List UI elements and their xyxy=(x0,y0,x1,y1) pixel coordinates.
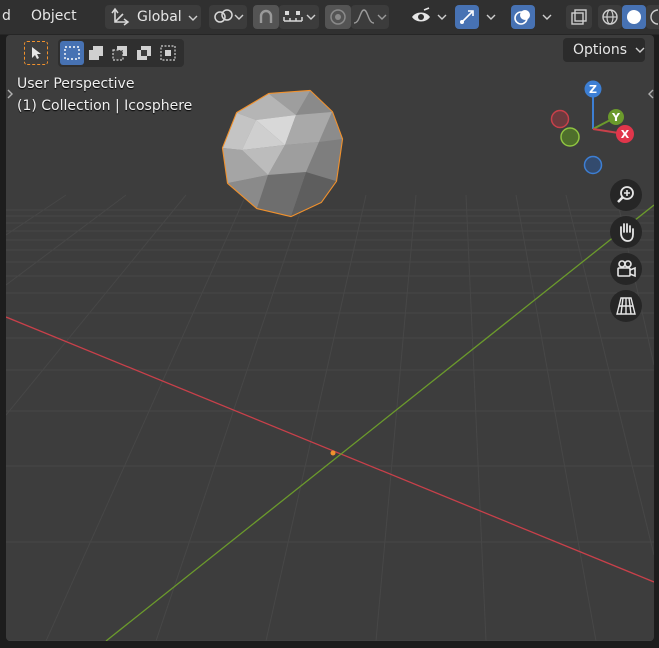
gizmo-neg-z-handle[interactable] xyxy=(583,155,603,175)
solid-shading-button[interactable] xyxy=(622,5,646,29)
toolbar-expand-arrow-icon[interactable] xyxy=(6,88,14,100)
view-name-label: User Perspective xyxy=(17,76,135,92)
sidebar-expand-arrow-icon[interactable] xyxy=(647,88,654,100)
y-axis-line xyxy=(105,204,654,641)
snap-toggle[interactable] xyxy=(253,5,279,29)
xray-toggle[interactable] xyxy=(566,5,592,29)
select-intersect-icon xyxy=(160,45,176,61)
wireframe-shading-button[interactable] xyxy=(598,5,622,29)
eye-icon xyxy=(412,7,447,22)
tool-select-wrapper xyxy=(20,39,52,67)
chevron-down-icon xyxy=(188,15,198,21)
pivot-icon xyxy=(214,9,244,23)
gizmo-dropdown[interactable] xyxy=(479,5,503,29)
select-extend-icon xyxy=(89,46,103,60)
chevron-down-icon xyxy=(635,47,645,53)
overlays-icon xyxy=(514,10,530,25)
select-subtract-icon xyxy=(112,46,127,61)
proportional-editing-toggle[interactable] xyxy=(325,5,351,29)
collection-object-label: (1) Collection | Icosphere xyxy=(17,98,193,114)
select-new-button[interactable] xyxy=(60,41,84,65)
chevron-down-icon xyxy=(542,14,552,20)
gizmo-x-label: X xyxy=(621,128,630,141)
orientation-icon xyxy=(111,7,130,26)
gizmo-y-label: Y xyxy=(611,111,621,124)
increment-icon xyxy=(283,11,316,22)
zoom-icon xyxy=(617,186,634,203)
navigation-gizmo[interactable]: Z Y X xyxy=(546,77,646,177)
icosphere-object[interactable] xyxy=(221,89,344,218)
select-new-icon xyxy=(64,46,80,60)
perspective-toggle-button[interactable] xyxy=(610,290,642,322)
menu-partial[interactable]: d xyxy=(2,8,11,24)
falloff-curve-icon xyxy=(353,9,387,24)
snap-target-dropdown[interactable] xyxy=(279,5,319,29)
gizmo-toggle[interactable] xyxy=(455,5,479,29)
overlays-dropdown[interactable] xyxy=(535,5,559,29)
chevron-down-icon xyxy=(486,14,496,20)
material-sphere-icon xyxy=(649,9,658,25)
transform-orientation-dropdown[interactable]: Global xyxy=(105,5,201,29)
options-label: Options xyxy=(573,42,628,58)
hand-icon xyxy=(620,223,634,242)
gizmo-icon xyxy=(460,10,474,24)
gizmo-neg-x-handle[interactable] xyxy=(550,109,570,129)
pivot-point-dropdown[interactable] xyxy=(209,5,247,29)
3d-viewport[interactable]: Options User Perspective (1) Collection … xyxy=(6,35,654,641)
select-difference-icon xyxy=(137,46,151,60)
viewport-header: d Object Global xyxy=(0,0,659,35)
proportional-edit-icon xyxy=(330,9,346,25)
camera-icon xyxy=(617,260,636,278)
orientation-label: Global xyxy=(137,9,182,25)
gizmo-neg-y-handle[interactable] xyxy=(560,127,580,147)
object-menu[interactable]: Object xyxy=(31,8,77,24)
bottom-border xyxy=(0,641,659,648)
zoom-button[interactable] xyxy=(610,179,642,211)
material-shading-button[interactable] xyxy=(646,5,659,29)
select-tool-button[interactable] xyxy=(24,41,48,65)
solid-sphere-icon xyxy=(627,10,641,24)
camera-view-button[interactable] xyxy=(610,253,642,285)
select-difference-button[interactable] xyxy=(132,41,156,65)
select-subtract-button[interactable] xyxy=(108,41,132,65)
magnet-icon xyxy=(259,9,273,23)
xray-icon xyxy=(571,9,587,25)
options-dropdown[interactable]: Options xyxy=(563,38,645,62)
overlays-toggle[interactable] xyxy=(511,5,535,29)
select-extend-button[interactable] xyxy=(84,41,108,65)
floor-grid xyxy=(6,194,654,641)
falloff-dropdown[interactable] xyxy=(351,5,389,29)
pan-button[interactable] xyxy=(610,216,642,248)
cursor-arrow-icon xyxy=(32,47,41,59)
gizmo-z-label: Z xyxy=(589,83,597,96)
wireframe-sphere-icon xyxy=(602,9,618,25)
select-intersect-button[interactable] xyxy=(156,41,180,65)
grid-perspective-icon xyxy=(616,297,636,315)
selection-mode-group xyxy=(58,39,184,67)
3d-cursor-origin xyxy=(330,450,336,456)
selectability-visibility-dropdown[interactable] xyxy=(409,5,449,29)
